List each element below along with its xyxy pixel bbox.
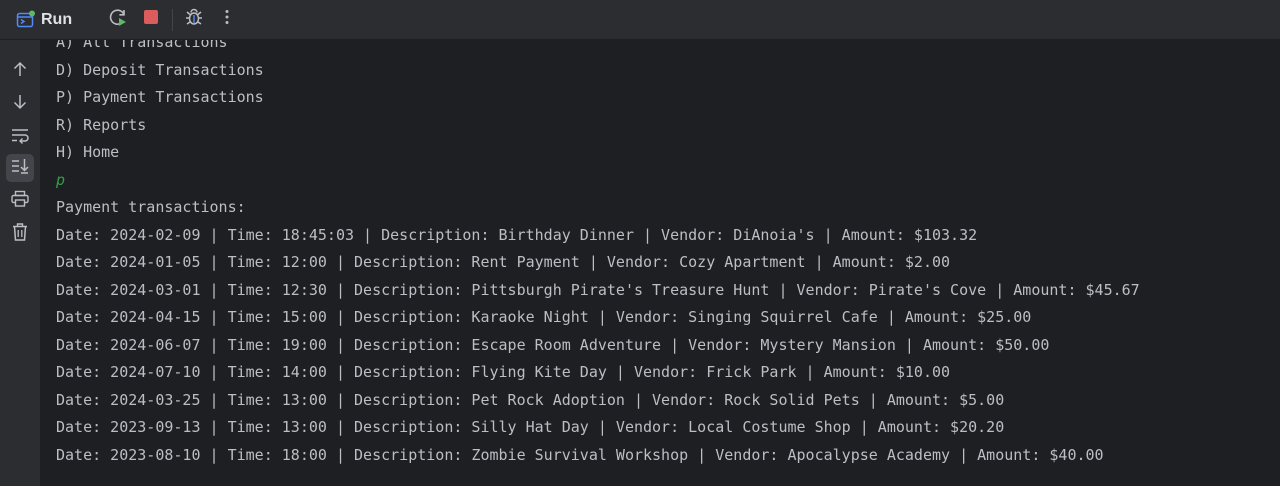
transaction-line: Date: 2023-09-13 | Time: 13:00 | Descrip…: [56, 418, 1005, 436]
more-options-button[interactable]: [215, 8, 239, 32]
menu-line: R) Reports: [56, 115, 147, 134]
arrow-down-icon: [11, 93, 29, 116]
run-window-icon: [16, 10, 36, 30]
transaction-line: Date: 2024-06-07 | Time: 19:00 | Descrip…: [56, 335, 1050, 354]
run-tab-label: Run: [41, 10, 73, 28]
bug-icon: [183, 6, 205, 33]
soft-wrap-button[interactable]: [6, 123, 34, 151]
printer-icon: [10, 190, 30, 213]
run-tool-window: Run A) All Transactions D) Deposit Trans…: [0, 0, 1280, 486]
rerun-button[interactable]: [106, 8, 130, 32]
stop-button[interactable]: [139, 8, 163, 32]
transaction-line: Date: 2023-08-10 | Time: 18:00 | Descrip…: [56, 445, 1104, 464]
user-input-line: p: [56, 170, 66, 189]
soft-wrap-icon: [10, 126, 30, 149]
transaction-line: Date: 2024-07-10 | Time: 14:00 | Descrip…: [56, 363, 951, 381]
transaction-line: Date: 2024-04-15 | Time: 15:00 | Descrip…: [56, 308, 1032, 326]
console-side-toolbar: [0, 40, 40, 486]
console-output[interactable]: A) All Transactions D) Deposit Transacti…: [40, 40, 1280, 486]
scroll-up-button[interactable]: [6, 57, 34, 85]
scroll-to-end-button[interactable]: [6, 154, 34, 182]
scroll-down-button[interactable]: [6, 90, 34, 118]
print-button[interactable]: [6, 187, 34, 215]
menu-line: A) All Transactions: [56, 40, 228, 51]
more-vertical-icon: [218, 8, 236, 31]
transaction-line: Date: 2024-01-05 | Time: 12:00 | Descrip…: [56, 253, 951, 271]
transaction-line: Date: 2024-03-01 | Time: 12:30 | Descrip…: [56, 280, 1140, 299]
menu-line: P) Payment Transactions: [56, 88, 264, 106]
stop-icon: [142, 8, 160, 31]
menu-line: D) Deposit Transactions: [56, 60, 264, 79]
output-header: Payment transactions:: [56, 198, 246, 216]
arrow-up-icon: [11, 60, 29, 83]
scroll-to-end-icon: [10, 157, 30, 180]
run-toolbar: Run: [0, 0, 1280, 40]
clear-console-button[interactable]: [6, 220, 34, 248]
run-tab[interactable]: Run: [16, 6, 72, 34]
rerun-icon: [107, 6, 129, 33]
toolbar-separator: [172, 8, 174, 31]
menu-line: H) Home: [56, 143, 120, 161]
console-lines: A) All Transactions D) Deposit Transacti…: [56, 40, 1140, 469]
trash-icon: [11, 222, 29, 247]
debug-button[interactable]: [182, 8, 206, 32]
transaction-line: Date: 2024-03-25 | Time: 13:00 | Descrip…: [56, 390, 1005, 409]
transaction-line: Date: 2024-02-09 | Time: 18:45:03 | Desc…: [56, 225, 978, 244]
